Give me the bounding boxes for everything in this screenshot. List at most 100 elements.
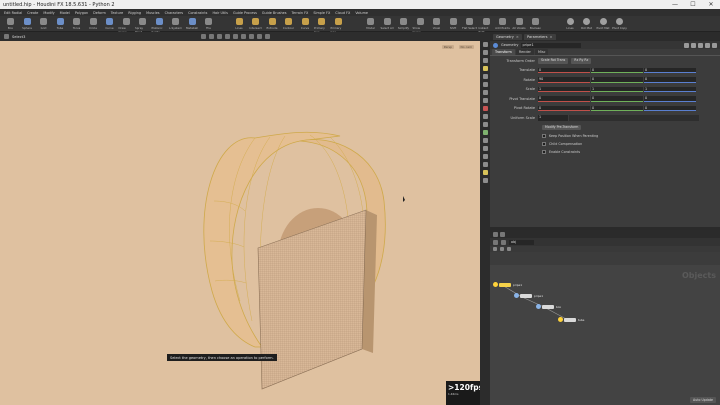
shelf-tool-pivot-copy[interactable]: Pivot Copy — [612, 18, 627, 30]
menu-item[interactable]: Guide Brushes — [262, 11, 287, 15]
close-button[interactable]: ✕ — [702, 1, 720, 8]
menu-item[interactable]: Edit Radial — [4, 11, 22, 15]
menu-item[interactable]: Muscles — [146, 11, 160, 15]
point-icon[interactable] — [482, 106, 488, 111]
tab-parameters[interactable]: Parameters × — [523, 33, 556, 40]
shelf-tool-model[interactable]: Model — [363, 18, 378, 30]
uniform-scale-slider[interactable] — [569, 115, 699, 121]
checkbox[interactable] — [542, 134, 546, 138]
menu-item[interactable]: Texture — [111, 11, 123, 15]
menu-item[interactable]: Deform — [93, 11, 106, 15]
node-box[interactable]: box — [536, 304, 561, 309]
shelf-tool-curve2[interactable]: Curve — [298, 18, 313, 30]
shelf-tool-box[interactable]: Box — [3, 18, 18, 30]
shelf-tool-tube[interactable]: Tube — [53, 18, 68, 30]
lasso-icon[interactable] — [209, 34, 215, 39]
menu-item[interactable]: Hair Utils — [212, 11, 228, 15]
checkbox[interactable] — [542, 150, 546, 154]
shelf-tool-contour[interactable]: Contour — [281, 18, 296, 30]
tab-geometry[interactable]: Geometry × — [493, 33, 522, 40]
select-tool-icon[interactable] — [4, 34, 9, 39]
shelf-tool-pivot-mat[interactable]: Pivot Mat — [596, 18, 611, 30]
network-editor[interactable]: Objects pripe1 pripe1 box tube Auto Upda… — [490, 265, 720, 405]
node-pripe1-2[interactable]: pripe1 — [514, 293, 543, 298]
grid-icon[interactable] — [482, 130, 488, 135]
forward-icon[interactable] — [501, 239, 506, 245]
persp-menu[interactable]: Persp — [441, 45, 454, 49]
menu-item[interactable]: Guide Process — [233, 11, 257, 15]
checkbox-child-compensation[interactable]: Child Compensation — [490, 140, 720, 148]
shelf-tool-flat-select[interactable]: Flat Select — [462, 18, 477, 30]
shelf-tool-sphere[interactable]: Sphere — [20, 18, 35, 30]
pivot-rotate-z[interactable]: 0 — [644, 105, 696, 111]
checkbox-keep-position[interactable]: Keep Position When Parenting — [490, 132, 720, 140]
menu-item[interactable]: Model — [60, 11, 70, 15]
gear-icon[interactable] — [684, 42, 689, 48]
magnet-icon[interactable] — [225, 34, 231, 39]
node-tube[interactable]: tube — [558, 317, 584, 322]
node-name-input[interactable]: pripe1 — [521, 42, 582, 48]
background-icon[interactable] — [482, 146, 488, 151]
camera-icon[interactable] — [482, 90, 488, 95]
translate-y[interactable]: 0 — [591, 67, 643, 73]
shelf-tool-circle[interactable]: Circle — [86, 18, 101, 30]
light-icon[interactable] — [482, 98, 488, 103]
close-tab-icon[interactable]: × — [550, 35, 553, 39]
menu-item[interactable]: Simple FX — [313, 11, 330, 15]
menu-item[interactable]: Cloud FX — [335, 11, 350, 15]
add-node-icon[interactable] — [493, 247, 497, 251]
node-pripe1[interactable]: pripe1 — [493, 282, 522, 287]
subtab-render[interactable]: Render — [515, 49, 534, 55]
shelf-tool-torus[interactable]: Torus — [69, 18, 84, 30]
network-tab-icon[interactable] — [500, 231, 505, 237]
auto-update-menu[interactable]: Auto Update — [690, 397, 716, 403]
edge-icon[interactable] — [257, 34, 263, 39]
menu-item[interactable]: Rigging — [128, 11, 141, 15]
menu-item[interactable]: Volume — [355, 11, 368, 15]
pivot-translate-y[interactable]: 0 — [591, 96, 643, 102]
snap-icon[interactable] — [233, 34, 239, 39]
minimize-button[interactable]: — — [666, 1, 684, 8]
scale-x[interactable]: 1 — [538, 86, 590, 92]
checkbox[interactable] — [542, 142, 546, 146]
ghost-icon[interactable] — [482, 58, 488, 63]
camera-menu[interactable]: No cam — [458, 45, 474, 49]
rotate-x[interactable]: 90 — [538, 77, 590, 83]
menu-item[interactable]: Constraints — [188, 11, 207, 15]
shelf-tool-add-points[interactable]: Add Points — [495, 18, 510, 30]
shelf-tool-rot-mat[interactable]: Rot Mat — [579, 18, 594, 30]
shelf-tool-file[interactable]: File — [201, 18, 216, 30]
lock-icon[interactable] — [705, 42, 710, 48]
primitive-icon[interactable] — [265, 34, 271, 39]
scale-y[interactable]: 1 — [591, 86, 643, 92]
shelf-tool-curve[interactable]: Curve — [102, 18, 117, 30]
template-icon[interactable] — [482, 162, 488, 167]
menu-item[interactable]: Characters — [165, 11, 184, 15]
arrow-icon[interactable] — [201, 34, 207, 39]
shelf-tool-intersect[interactable]: Intersect — [248, 18, 263, 30]
shelf-tool-boolean[interactable]: Boolean — [528, 18, 543, 30]
rotate-order-menu[interactable]: Rx Ry Rz — [571, 58, 592, 64]
shelf-tool-metaball[interactable]: Metaball — [185, 18, 200, 30]
highlight-icon[interactable] — [482, 170, 488, 175]
modify-pre-transform-menu[interactable]: Modify Pre-Transform — [542, 124, 582, 130]
layout-icon[interactable] — [500, 247, 504, 251]
color-icon[interactable] — [507, 247, 511, 251]
translate-x[interactable]: 0 — [538, 67, 590, 73]
shelf-tool-shift[interactable]: Shift — [446, 18, 461, 30]
help-icon[interactable] — [691, 42, 696, 48]
rotate-y[interactable]: 0 — [591, 77, 643, 83]
grid-snap-icon[interactable] — [241, 34, 247, 39]
xray-icon[interactable] — [482, 178, 488, 183]
display-icon[interactable] — [482, 42, 488, 47]
info-icon[interactable] — [698, 42, 703, 48]
rotate-z[interactable]: 0 — [644, 77, 696, 83]
pivot-translate-z[interactable]: 0 — [644, 96, 696, 102]
snap-icon[interactable] — [482, 138, 488, 143]
menu-item[interactable]: Create — [27, 11, 38, 15]
shade-icon[interactable] — [482, 82, 488, 87]
pivot-translate-x[interactable]: 0 — [538, 96, 590, 102]
shelf-tool-all-voxels[interactable]: All Voxels — [512, 18, 527, 30]
shelf-tool-grid[interactable]: Grid — [36, 18, 51, 30]
back-icon[interactable] — [493, 239, 498, 245]
